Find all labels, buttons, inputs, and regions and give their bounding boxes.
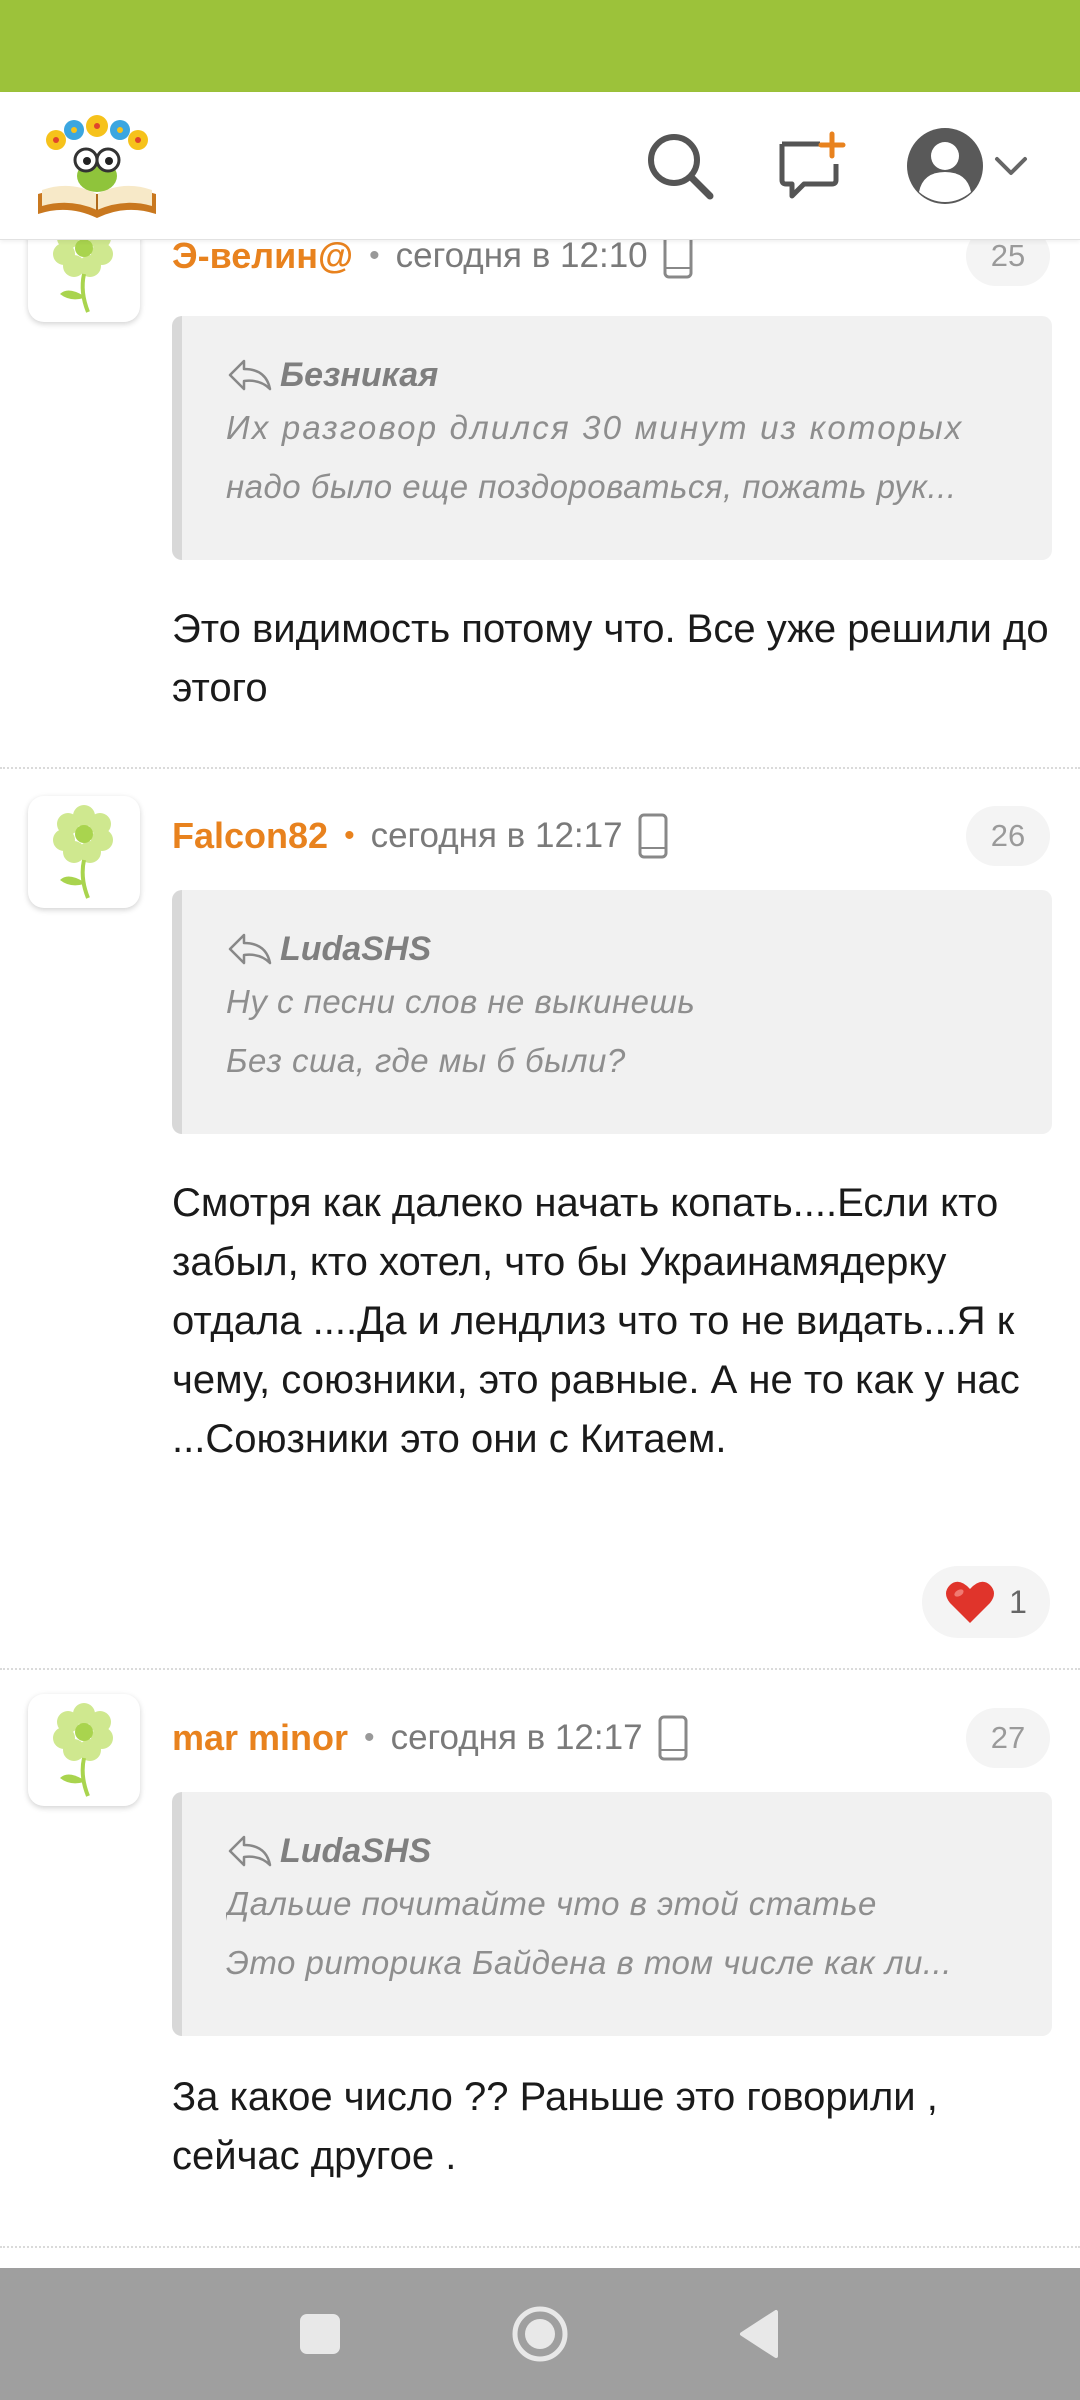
comment-body: За какое число ?? Раньше это говорили , …: [172, 2075, 938, 2178]
like-button[interactable]: 1: [922, 1566, 1050, 1638]
reply-arrow-icon: [228, 1835, 272, 1867]
new-message-button[interactable]: [772, 126, 852, 206]
quoted-comment[interactable]: Безникая Их разговор длился 30 минут из …: [172, 316, 1052, 560]
recent-apps-icon: [300, 2314, 340, 2354]
comment: mar minor • сегодня в 12:17 27 LudaSHS Д…: [0, 1668, 1080, 2268]
author-avatar[interactable]: [28, 240, 140, 322]
quote-text-line: Их разговор длился 30 минут из которых: [226, 409, 964, 446]
comment-number[interactable]: 27: [966, 1708, 1050, 1768]
app-header: [0, 92, 1080, 240]
flower-avatar-icon: [53, 240, 113, 313]
comment-meta: Falcon82 • сегодня в 12:17: [172, 806, 669, 866]
back-icon: [740, 2310, 778, 2358]
flower-avatar-icon: [53, 1703, 113, 1797]
quote-text-line: Без сша, где мы б были?: [226, 1042, 626, 1079]
quote-text-line: Это риторика Байдена в том числе как ли.…: [226, 1944, 952, 1981]
quote-author: LudaSHS: [280, 1831, 432, 1870]
comment-meta: mar minor • сегодня в 12:17: [172, 1708, 689, 1768]
comment-timestamp: сегодня в 12:17: [390, 1718, 643, 1757]
quote-author: Безникая: [280, 355, 439, 394]
author-avatar[interactable]: [28, 796, 140, 908]
quote-author: LudaSHS: [280, 929, 432, 968]
home-button[interactable]: [495, 2289, 585, 2379]
like-count: 1: [1009, 1583, 1027, 1620]
comment-meta: Э-велин@ • сегодня в 12:10: [172, 240, 694, 286]
logo-book-flower-icon: [38, 115, 156, 218]
separator-dot: •: [344, 819, 355, 852]
comment-number[interactable]: 25: [966, 240, 1050, 286]
profile-menu-button[interactable]: [898, 126, 1038, 206]
mobile-device-icon: [662, 240, 694, 279]
system-nav-bar: [0, 2268, 1080, 2400]
comment-timestamp: сегодня в 12:17: [370, 816, 623, 855]
comments-feed[interactable]: Э-велин@ • сегодня в 12:10 25 Безникая И…: [0, 240, 1080, 2268]
reply-arrow-icon: [228, 359, 272, 391]
home-icon: [512, 2306, 568, 2362]
quoted-comment[interactable]: LudaSHS Ну с песни слов не выкинешь Без …: [172, 890, 1052, 1134]
comment-body: Смотря как далеко начать копать....Если …: [172, 1181, 1020, 1461]
recent-apps-button[interactable]: [275, 2289, 365, 2379]
new-message-icon: [779, 131, 846, 199]
comment-timestamp: сегодня в 12:10: [395, 240, 648, 275]
status-bar: [0, 0, 1080, 92]
comment-author[interactable]: mar minor: [172, 1717, 348, 1759]
chevron-down-icon: [995, 157, 1027, 175]
quoted-comment[interactable]: LudaSHS Дальше почитайте что в этой стат…: [172, 1792, 1052, 2036]
author-avatar[interactable]: [28, 1694, 140, 1806]
search-icon: [648, 134, 714, 200]
comment-author[interactable]: Э-велин@: [172, 240, 353, 277]
search-button[interactable]: [640, 126, 720, 206]
quote-text-line: надо было еще поздороваться, пожать рук.…: [226, 468, 957, 505]
mobile-device-icon: [637, 813, 669, 859]
comment-body: Это видимость потому что. Все уже решили…: [172, 607, 1049, 710]
avatar-icon: [907, 128, 983, 204]
comment-author[interactable]: Falcon82: [172, 815, 328, 857]
quote-text-line: Дальше почитайте что в этой статье: [226, 1885, 877, 1922]
flower-avatar-icon: [53, 805, 113, 899]
quote-text-line: Ну с песни слов не выкинешь: [226, 983, 696, 1020]
reply-arrow-icon: [228, 933, 272, 965]
separator-dot: •: [364, 1721, 375, 1754]
back-button[interactable]: [715, 2289, 805, 2379]
comment-number[interactable]: 26: [966, 806, 1050, 866]
separator-dot: •: [369, 240, 380, 272]
comment-divider: [0, 2246, 1080, 2248]
heart-icon: [946, 1581, 995, 1623]
mobile-device-icon: [657, 1715, 689, 1761]
site-logo[interactable]: [34, 110, 160, 222]
